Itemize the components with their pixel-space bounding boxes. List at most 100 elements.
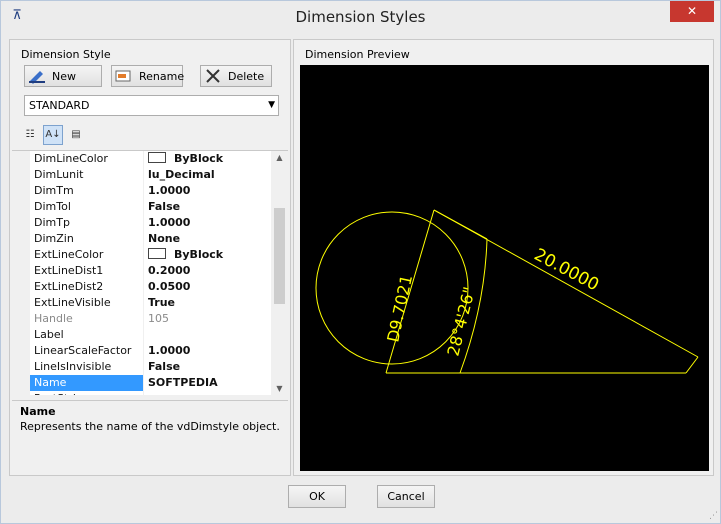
property-value-text: lu_Decimal: [148, 168, 215, 181]
property-value[interactable]: 1.0000: [146, 215, 270, 231]
ok-button[interactable]: OK: [288, 485, 346, 508]
row-gutter: [12, 231, 30, 247]
property-name: DimTp: [12, 215, 144, 231]
property-row[interactable]: DimLunit lu_Decimal: [12, 167, 288, 183]
cancel-button[interactable]: Cancel: [377, 485, 435, 508]
property-value[interactable]: 0.0500: [146, 279, 270, 295]
property-value-text: 0.0500: [148, 280, 191, 293]
property-value-text: True: [148, 296, 176, 309]
dimension-style-label: Dimension Style: [21, 48, 111, 61]
property-row[interactable]: LineIsInvisible False: [12, 359, 288, 375]
property-row[interactable]: ExtLineColor ByBlock: [12, 247, 288, 263]
property-value-text: 1.0000: [148, 216, 191, 229]
delete-button[interactable]: Delete: [200, 65, 272, 87]
property-name: DimTol: [12, 199, 144, 215]
row-gutter: [12, 375, 30, 391]
dimension-preview-panel: Dimension Preview D9.7021 28°4'26" 20.00…: [293, 39, 714, 476]
delete-x-icon: [204, 68, 222, 84]
property-value[interactable]: ByBlock: [146, 247, 270, 263]
property-value[interactable]: SOFTPEDIA: [146, 375, 270, 391]
property-name: DimZin: [12, 231, 144, 247]
delete-button-label: Delete: [228, 69, 265, 83]
property-name: LineIsInvisible: [12, 359, 144, 375]
row-gutter: [12, 311, 30, 327]
resize-grip-icon[interactable]: ⋰: [709, 511, 718, 521]
property-value-text: 1.0000: [148, 344, 191, 357]
property-value[interactable]: 105: [146, 311, 270, 327]
property-value[interactable]: lu_Decimal: [146, 167, 270, 183]
property-value[interactable]: 0.2000: [146, 263, 270, 279]
row-gutter: [12, 327, 30, 343]
property-row[interactable]: PostString: [12, 391, 288, 395]
row-gutter: [12, 167, 30, 183]
property-value[interactable]: ByBlock: [146, 151, 270, 167]
property-value[interactable]: None: [146, 231, 270, 247]
property-row[interactable]: DimTol False: [12, 199, 288, 215]
style-select-value: STANDARD: [29, 99, 90, 112]
close-button[interactable]: ✕: [670, 1, 714, 22]
property-row[interactable]: Name SOFTPEDIA: [12, 375, 288, 391]
property-row[interactable]: ExtLineDist1 0.2000: [12, 263, 288, 279]
property-name: ExtLineDist1: [12, 263, 144, 279]
description-title: Name: [20, 405, 56, 418]
row-gutter: [12, 279, 30, 295]
property-name: Name: [12, 375, 144, 391]
property-value-text: False: [148, 360, 181, 373]
property-value[interactable]: [146, 391, 270, 395]
style-select[interactable]: STANDARD ▼: [24, 95, 279, 116]
row-gutter: [12, 199, 30, 215]
property-row[interactable]: LinearScaleFactor 1.0000: [12, 343, 288, 359]
property-row[interactable]: Label: [12, 327, 288, 343]
new-pen-icon: [28, 68, 46, 84]
new-button[interactable]: New: [24, 65, 102, 87]
preview-diameter-text: D9.7021: [383, 273, 416, 344]
color-swatch: [148, 152, 166, 163]
property-value[interactable]: False: [146, 359, 270, 375]
property-grid-scrollbar[interactable]: ▲ ▼: [271, 151, 288, 395]
preview-dim-line: [433, 209, 699, 358]
scroll-thumb[interactable]: [274, 208, 285, 304]
property-name: Label: [12, 327, 144, 343]
property-value-text: 105: [148, 312, 169, 325]
rename-button[interactable]: Rename: [111, 65, 184, 87]
row-gutter: [12, 391, 30, 395]
property-name: ExtLineVisible: [12, 295, 144, 311]
property-value-text: 1.0000: [148, 184, 191, 197]
property-name: DimTm: [12, 183, 144, 199]
property-value[interactable]: [146, 327, 270, 343]
property-value-text: ByBlock: [174, 248, 224, 261]
property-name: ExtLineColor: [12, 247, 144, 263]
grid-toolbar: ☷ A↓ ▤: [20, 125, 86, 145]
property-value-text: ByBlock: [174, 152, 224, 165]
alphabetical-sort-icon[interactable]: A↓: [43, 125, 63, 145]
new-button-label: New: [52, 69, 76, 83]
app-compass-icon: ⊼: [12, 8, 22, 23]
property-row[interactable]: DimTm 1.0000: [12, 183, 288, 199]
property-description: Name Represents the name of the vdDimsty…: [12, 400, 288, 473]
dimension-preview-label: Dimension Preview: [305, 48, 410, 61]
property-grid[interactable]: DimLineColor ByBlock DimLunit lu_Decimal Dim…: [12, 150, 288, 395]
property-row[interactable]: ExtLineVisible True: [12, 295, 288, 311]
property-value[interactable]: 1.0000: [146, 343, 270, 359]
row-gutter: [12, 183, 30, 199]
categorized-icon[interactable]: ☷: [20, 125, 40, 145]
row-gutter: [12, 151, 30, 167]
property-pages-icon[interactable]: ▤: [66, 125, 86, 145]
property-name: ExtLineDist2: [12, 279, 144, 295]
scroll-down-icon[interactable]: ▼: [271, 382, 288, 395]
property-value[interactable]: True: [146, 295, 270, 311]
property-row[interactable]: DimLineColor ByBlock: [12, 151, 288, 167]
property-row[interactable]: DimZin None: [12, 231, 288, 247]
property-value-text: False: [148, 200, 181, 213]
row-gutter: [12, 215, 30, 231]
property-name: DimLunit: [12, 167, 144, 183]
scroll-up-icon[interactable]: ▲: [271, 151, 288, 165]
row-gutter: [12, 359, 30, 375]
property-row[interactable]: DimTp 1.0000: [12, 215, 288, 231]
description-text: Represents the name of the vdDimstyle ob…: [20, 420, 280, 433]
property-row[interactable]: ExtLineDist2 0.0500: [12, 279, 288, 295]
property-value[interactable]: 1.0000: [146, 183, 270, 199]
property-row[interactable]: Handle 105: [12, 311, 288, 327]
property-value-text: SOFTPEDIA: [148, 376, 218, 389]
property-value[interactable]: False: [146, 199, 270, 215]
